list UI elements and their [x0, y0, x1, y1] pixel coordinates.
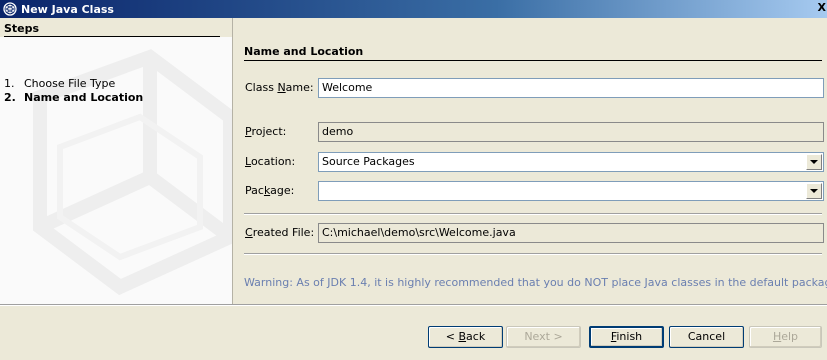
step-number: 2. — [4, 91, 16, 104]
button-text: inish — [616, 330, 643, 343]
close-button[interactable]: X — [813, 1, 827, 17]
title-divider — [244, 60, 822, 61]
label-text: Class — [245, 81, 278, 94]
label-text: roject: — [251, 125, 287, 138]
label-text: ocation: — [250, 155, 296, 168]
help-button[interactable]: Help — [749, 326, 822, 348]
chevron-down-icon — [810, 160, 818, 164]
button-text: elp — [781, 330, 799, 343]
chevron-down-icon — [810, 189, 818, 193]
steps-header: Steps — [0, 18, 232, 37]
location-label: Location: — [245, 155, 295, 168]
button-text: ack — [466, 330, 486, 343]
button-bar-divider-highlight — [0, 305, 827, 306]
label-text: Pac — [245, 184, 264, 197]
package-dropdown-button[interactable] — [806, 183, 822, 199]
mnemonic: N — [277, 81, 286, 94]
divider-highlight — [244, 254, 822, 255]
step-number: 1. — [4, 77, 15, 90]
created-file-label: Created File: — [245, 226, 314, 239]
divider-highlight — [244, 214, 822, 215]
steps-title: Steps — [4, 22, 40, 35]
steps-divider — [4, 36, 220, 37]
location-value: Source Packages — [322, 155, 415, 168]
warning-message: Warning: As of JDK 1.4, it is highly rec… — [244, 276, 827, 289]
step-name-and-location: 2. Name and Location — [4, 91, 143, 104]
created-file-field: C:\michael\demo\src\Welcome.java — [318, 223, 824, 243]
label-text: ame: — [285, 81, 314, 94]
back-button[interactable]: < Back — [428, 326, 503, 348]
class-name-label: Class Name: — [245, 81, 314, 94]
label-text: reated File: — [252, 226, 315, 239]
window-title: New Java Class — [21, 2, 114, 16]
next-button[interactable]: Next > — [506, 326, 581, 348]
mnemonic: C — [245, 226, 253, 239]
netbeans-icon — [3, 2, 17, 16]
project-field: demo — [318, 122, 824, 142]
package-label: Package: — [245, 184, 294, 197]
button-text: < — [445, 330, 459, 343]
label-text: age: — [270, 184, 295, 197]
title-bar[interactable]: New Java Class X — [0, 0, 827, 18]
cancel-button[interactable]: Cancel — [669, 326, 744, 348]
step-label: Name and Location — [24, 91, 144, 104]
class-name-input[interactable]: Welcome — [318, 78, 824, 98]
step-label: Choose File Type — [24, 77, 116, 90]
finish-button[interactable]: Finish — [589, 326, 664, 348]
step-choose-file-type: 1. Choose File Type — [4, 77, 115, 90]
location-combobox[interactable]: Source Packages — [318, 152, 824, 172]
location-dropdown-button[interactable] — [806, 154, 822, 170]
mnemonic: B — [458, 330, 467, 343]
mnemonic: H — [772, 330, 782, 343]
panel-title: Name and Location — [244, 45, 364, 58]
new-java-class-dialog: New Java Class X Steps 1. Choose File Typ… — [0, 0, 827, 360]
project-label: Project: — [245, 125, 286, 138]
package-combobox[interactable] — [318, 181, 824, 201]
main-panel: Name and Location Class Name: Welcome Pr… — [233, 18, 827, 304]
